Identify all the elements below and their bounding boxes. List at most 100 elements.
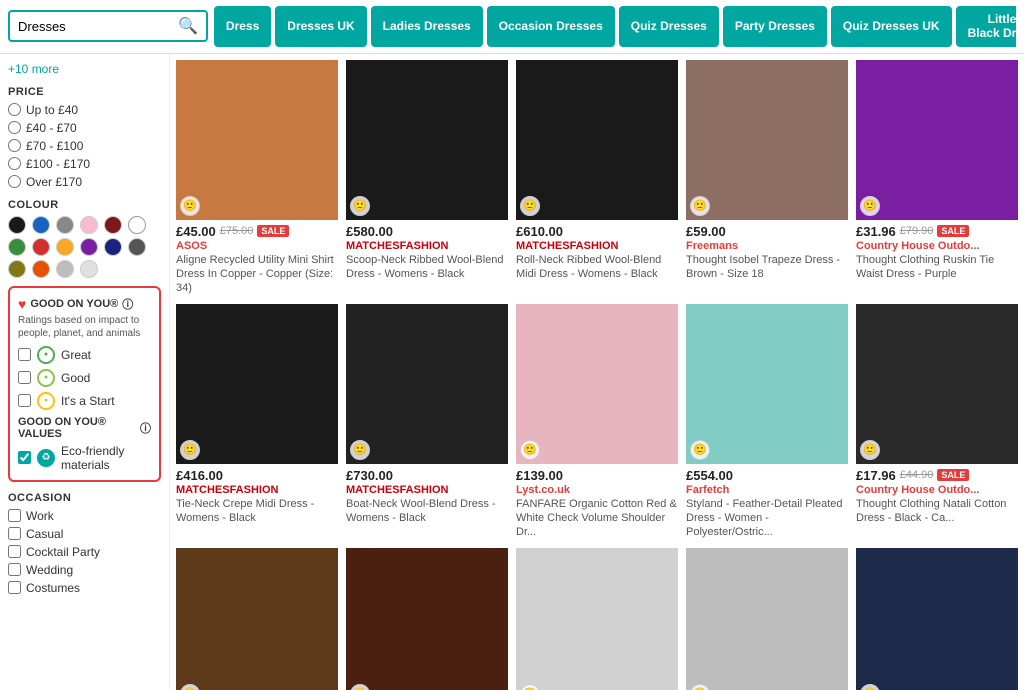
- more-link[interactable]: +10 more: [8, 62, 161, 76]
- product-card[interactable]: 🙂£17.96£44.90SALECountry House Outdo...T…: [856, 304, 1018, 540]
- occasion-costumes-checkbox[interactable]: [8, 581, 21, 594]
- colour-swatch-green[interactable]: [8, 238, 26, 256]
- product-shop[interactable]: Freemans: [686, 240, 848, 252]
- product-image: 🙂: [516, 304, 678, 464]
- colour-swatch-red[interactable]: [32, 238, 50, 256]
- product-card[interactable]: 🙂£42.00£83.00SALELyst.co.ukPANGAIA Paste…: [516, 548, 678, 690]
- price-radio-3[interactable]: [8, 139, 21, 152]
- price-radio-5[interactable]: [8, 175, 21, 188]
- tab-ladies-dresses[interactable]: Ladies Dresses: [371, 6, 483, 47]
- product-shop[interactable]: Lyst.co.uk: [516, 484, 678, 496]
- product-name: Thought Clothing Natali Cotton Dress - B…: [856, 497, 1018, 526]
- goodonyou-info-icon[interactable]: ⓘ: [122, 296, 133, 312]
- goodonyou-values-info-icon[interactable]: ⓘ: [140, 420, 151, 436]
- price-row: £45.00£75.00SALE: [176, 224, 338, 239]
- wishlist-button[interactable]: 🙂: [860, 684, 880, 690]
- colour-swatch-pink-light[interactable]: [80, 216, 98, 234]
- tab-quiz-dresses[interactable]: Quiz Dresses: [619, 6, 719, 47]
- product-card[interactable]: 🙂£59.00FreemansThought Isobel Trapeze Dr…: [686, 60, 848, 296]
- colour-swatch-silver[interactable]: [56, 260, 74, 278]
- tab-party-dresses[interactable]: Party Dresses: [723, 6, 827, 47]
- wishlist-button[interactable]: 🙂: [860, 440, 880, 460]
- product-card[interactable]: 🙂£119.00£322.00SALEYOOXMOTHER OF PEARL W…: [346, 548, 508, 690]
- tab-occasion-dresses[interactable]: Occasion Dresses: [487, 6, 615, 47]
- colour-swatch-black[interactable]: [8, 216, 26, 234]
- product-card[interactable]: 🙂£29.50&KeepLeah Organic Cotton Slip Dre…: [686, 548, 848, 690]
- product-card[interactable]: 🙂£580.00MATCHESFASHIONScoop-Neck Ribbed …: [346, 60, 508, 296]
- occasion-cocktail-checkbox[interactable]: [8, 545, 21, 558]
- search-button[interactable]: 🔍: [178, 16, 198, 36]
- price-label-1: Up to £40: [26, 103, 78, 117]
- wishlist-button[interactable]: 🙂: [690, 684, 710, 690]
- colour-swatch-orange[interactable]: [32, 260, 50, 278]
- product-card[interactable]: 🙂£31.96£79.90SALECountry House Outdo...T…: [856, 60, 1018, 296]
- product-card[interactable]: 🙂£416.00MATCHESFASHIONTie-Neck Crepe Mid…: [176, 304, 338, 540]
- price-row: £610.00: [516, 224, 678, 239]
- colour-swatch-light-gray[interactable]: [80, 260, 98, 278]
- product-card[interactable]: 🙂£165.00£324.00SALEYOOXMOTHER OF PEARL W…: [176, 548, 338, 690]
- product-shop[interactable]: Farfetch: [686, 484, 848, 496]
- goodonyou-great-checkbox[interactable]: [18, 348, 31, 361]
- product-card[interactable]: 🙂£45.00£75.00SALEASOSAligne Recycled Uti…: [176, 60, 338, 296]
- wishlist-button[interactable]: 🙂: [350, 684, 370, 690]
- occasion-casual-checkbox[interactable]: [8, 527, 21, 540]
- eco-friendly-checkbox[interactable]: [18, 451, 31, 464]
- product-price-original: £44.90: [900, 469, 934, 481]
- goodonyou-great: ● Great: [18, 346, 151, 364]
- product-shop[interactable]: Country House Outdo...: [856, 484, 1018, 496]
- product-shop[interactable]: MATCHESFASHION: [516, 240, 678, 252]
- product-shop[interactable]: MATCHESFASHION: [346, 240, 508, 252]
- product-card[interactable]: 🙂£610.00MATCHESFASHIONRoll-Neck Ribbed W…: [516, 60, 678, 296]
- colour-swatch-blue[interactable]: [32, 216, 50, 234]
- colour-swatch-purple[interactable]: [80, 238, 98, 256]
- colour-swatch-navy[interactable]: [104, 238, 122, 256]
- wishlist-button[interactable]: 🙂: [690, 196, 710, 216]
- wishlist-button[interactable]: 🙂: [520, 684, 540, 690]
- colour-swatch-dark-red[interactable]: [104, 216, 122, 234]
- colour-swatch-olive[interactable]: [8, 260, 26, 278]
- wishlist-button[interactable]: 🙂: [350, 196, 370, 216]
- colour-swatch-white[interactable]: [128, 216, 146, 234]
- price-radio-4[interactable]: [8, 157, 21, 170]
- wishlist-button[interactable]: 🙂: [180, 196, 200, 216]
- wishlist-button[interactable]: 🙂: [180, 440, 200, 460]
- search-box[interactable]: 🔍: [8, 10, 208, 42]
- occasion-casual: Casual: [8, 527, 161, 541]
- wishlist-button[interactable]: 🙂: [520, 196, 540, 216]
- product-card[interactable]: 🙂£430.00MATCHESFASHIONBelted Organic Cot…: [856, 548, 1018, 690]
- tab-little-black-dress[interactable]: LittleBlack Dress: [956, 6, 1016, 47]
- tab-dresses-uk[interactable]: Dresses UK: [275, 6, 366, 47]
- wishlist-button[interactable]: 🙂: [860, 196, 880, 216]
- price-radio-2[interactable]: [8, 121, 21, 134]
- colour-swatch-yellow[interactable]: [56, 238, 74, 256]
- price-row: £31.96£79.90SALE: [856, 224, 1018, 239]
- product-shop[interactable]: MATCHESFASHION: [176, 484, 338, 496]
- product-card[interactable]: 🙂£730.00MATCHESFASHIONBoat-Neck Wool-Ble…: [346, 304, 508, 540]
- tab-dress[interactable]: Dress: [214, 6, 271, 47]
- wishlist-button[interactable]: 🙂: [520, 440, 540, 460]
- occasion-work-label: Work: [26, 509, 54, 523]
- product-image: 🙂: [176, 60, 338, 220]
- wishlist-button[interactable]: 🙂: [690, 440, 710, 460]
- colour-swatch-gray[interactable]: [56, 216, 74, 234]
- wishlist-button[interactable]: 🙂: [350, 440, 370, 460]
- product-shop[interactable]: Country House Outdo...: [856, 240, 1018, 252]
- goodonyou-start: ● It's a Start: [18, 392, 151, 410]
- price-radio-1[interactable]: [8, 103, 21, 116]
- goodonyou-good-checkbox[interactable]: [18, 371, 31, 384]
- product-price: £59.00: [686, 224, 726, 239]
- product-card[interactable]: 🙂£139.00Lyst.co.ukFANFARE Organic Cotton…: [516, 304, 678, 540]
- product-image: 🙂: [856, 548, 1018, 690]
- search-input[interactable]: [18, 19, 178, 34]
- goodonyou-title: ♥ GOOD ON YOU® ⓘ: [18, 296, 151, 312]
- wishlist-button[interactable]: 🙂: [180, 684, 200, 690]
- occasion-wedding-checkbox[interactable]: [8, 563, 21, 576]
- product-shop[interactable]: MATCHESFASHION: [346, 484, 508, 496]
- goodonyou-start-checkbox[interactable]: [18, 394, 31, 407]
- product-shop[interactable]: ASOS: [176, 240, 338, 252]
- eco-friendly-label: Eco-friendlymaterials: [61, 444, 124, 472]
- tab-quiz-dresses-uk[interactable]: Quiz Dresses UK: [831, 6, 952, 47]
- occasion-work-checkbox[interactable]: [8, 509, 21, 522]
- product-card[interactable]: 🙂£554.00FarfetchStyland - Feather-Detail…: [686, 304, 848, 540]
- colour-swatch-mid-gray[interactable]: [128, 238, 146, 256]
